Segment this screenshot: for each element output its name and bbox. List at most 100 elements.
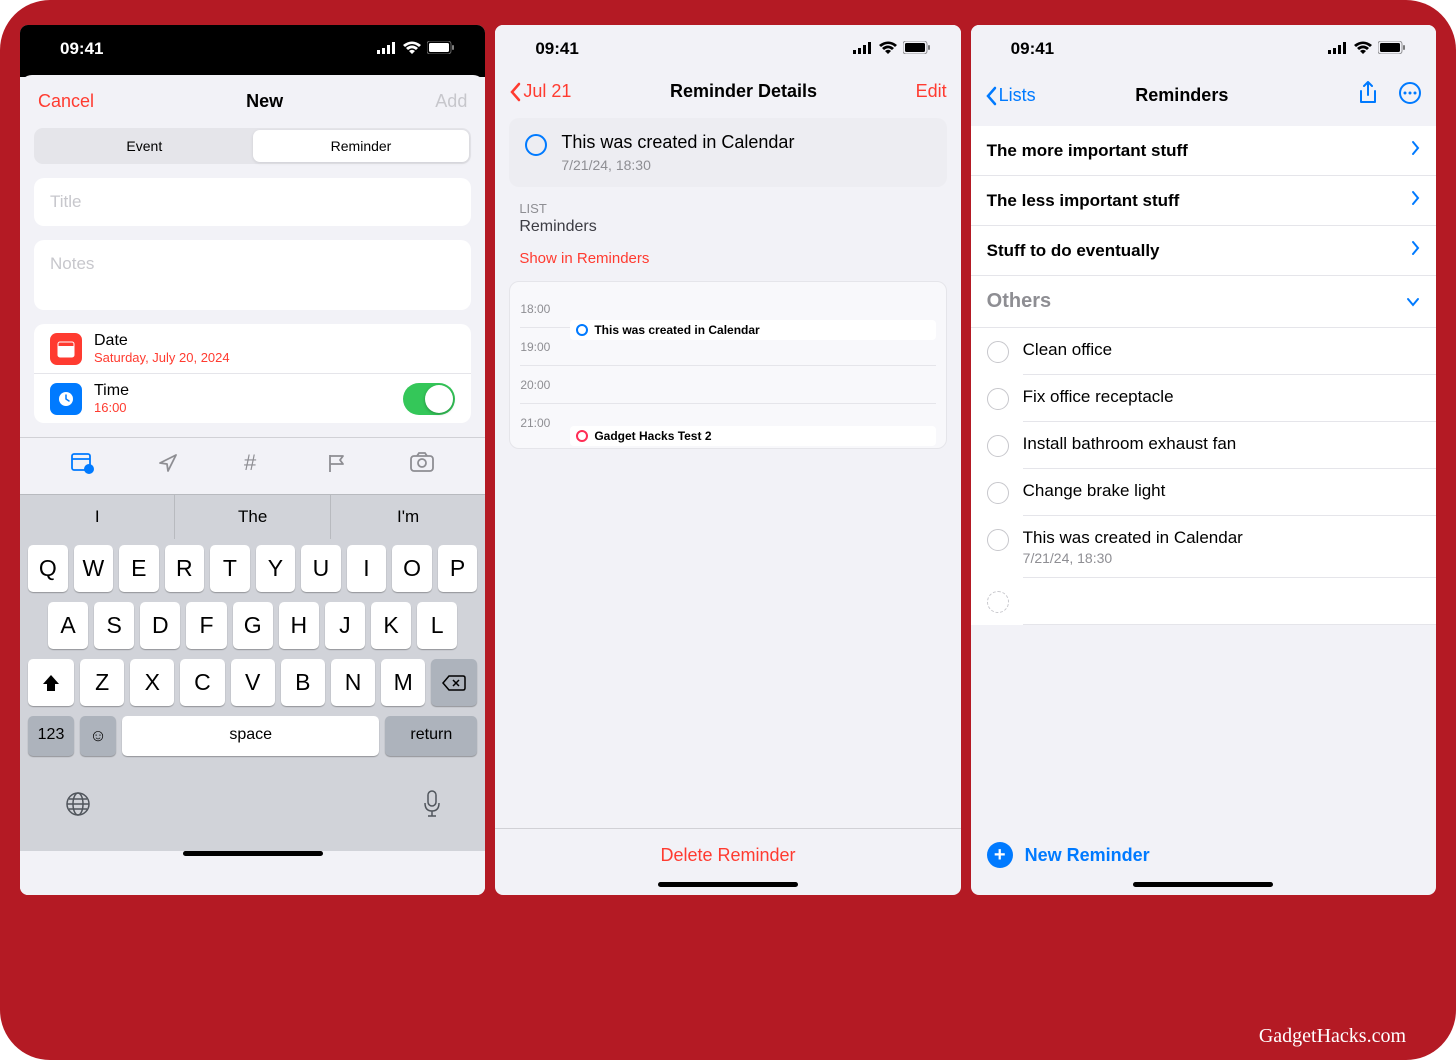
time-toggle[interactable] xyxy=(403,383,455,415)
list-row[interactable]: The more important stuff xyxy=(971,126,1436,176)
calendar-attr-icon[interactable] xyxy=(71,452,95,480)
task-row[interactable]: Fix office receptacle xyxy=(971,375,1436,422)
delete-reminder-button[interactable]: Delete Reminder xyxy=(495,828,960,882)
key-h[interactable]: H xyxy=(279,602,319,649)
camera-attr-icon[interactable] xyxy=(410,452,434,480)
key-i[interactable]: I xyxy=(347,545,387,592)
key-z[interactable]: Z xyxy=(80,659,124,706)
signal-icon xyxy=(853,39,873,59)
status-time: 09:41 xyxy=(535,39,578,59)
date-label: Date xyxy=(94,332,230,350)
nav-title: Reminder Details xyxy=(670,81,817,102)
back-button[interactable]: Jul 21 xyxy=(509,81,571,102)
status-bar: 09:41 xyxy=(495,25,960,73)
completion-circle-icon[interactable] xyxy=(987,341,1009,363)
key-j[interactable]: J xyxy=(325,602,365,649)
suggestion-3[interactable]: I'm xyxy=(331,495,485,539)
key-c[interactable]: C xyxy=(180,659,224,706)
nav-bar: Jul 21 Reminder Details Edit xyxy=(495,73,960,118)
key-g[interactable]: G xyxy=(233,602,273,649)
attribute-bar: # xyxy=(20,437,485,494)
seg-event[interactable]: Event xyxy=(36,130,253,162)
list-row[interactable]: Stuff to do eventually xyxy=(971,226,1436,276)
globe-icon[interactable] xyxy=(64,790,92,823)
key-n[interactable]: N xyxy=(331,659,375,706)
completion-circle-icon[interactable] xyxy=(987,529,1009,551)
key-y[interactable]: Y xyxy=(256,545,296,592)
key-w[interactable]: W xyxy=(74,545,114,592)
wifi-icon xyxy=(403,39,421,59)
list-header: LIST xyxy=(519,201,936,216)
key-x[interactable]: X xyxy=(130,659,174,706)
screen-new-reminder: 09:41 Cancel New Add Event Reminder Titl… xyxy=(20,25,485,895)
123-key[interactable]: 123 xyxy=(28,716,74,756)
show-in-reminders-link[interactable]: Show in Reminders xyxy=(519,250,936,267)
suggestion-2[interactable]: The xyxy=(175,495,330,539)
key-a[interactable]: A xyxy=(48,602,88,649)
title-input[interactable]: Title xyxy=(34,178,471,226)
key-o[interactable]: O xyxy=(392,545,432,592)
timeline-event[interactable]: Gadget Hacks Test 2 xyxy=(570,426,935,446)
task-row[interactable]: Install bathroom exhaust fan xyxy=(971,422,1436,469)
completion-circle-icon[interactable] xyxy=(525,134,547,156)
key-b[interactable]: B xyxy=(281,659,325,706)
share-icon[interactable] xyxy=(1358,81,1378,110)
completion-circle-icon[interactable] xyxy=(987,435,1009,457)
add-button[interactable]: Add xyxy=(435,91,467,112)
key-u[interactable]: U xyxy=(301,545,341,592)
key-f[interactable]: F xyxy=(186,602,226,649)
timeline[interactable]: 18:00 19:00 This was created in Calendar… xyxy=(509,281,946,449)
key-r[interactable]: R xyxy=(165,545,205,592)
time-row[interactable]: Time 16:00 xyxy=(34,373,471,423)
task-row-placeholder[interactable] xyxy=(971,578,1436,625)
key-q[interactable]: Q xyxy=(28,545,68,592)
more-icon[interactable] xyxy=(1398,81,1422,110)
status-right xyxy=(853,39,931,59)
date-row[interactable]: Date Saturday, July 20, 2024 xyxy=(34,324,471,373)
completion-circle-icon[interactable] xyxy=(987,482,1009,504)
task-row[interactable]: Change brake light xyxy=(971,469,1436,516)
completion-circle-icon[interactable] xyxy=(987,388,1009,410)
timeline-hour: 18:00 xyxy=(520,302,564,316)
mic-icon[interactable] xyxy=(423,790,441,823)
shift-key[interactable] xyxy=(28,659,74,706)
key-v[interactable]: V xyxy=(231,659,275,706)
key-s[interactable]: S xyxy=(94,602,134,649)
location-attr-icon[interactable] xyxy=(157,452,179,480)
key-l[interactable]: L xyxy=(417,602,457,649)
date-value: Saturday, July 20, 2024 xyxy=(94,350,230,365)
nav-title: New xyxy=(246,91,283,112)
status-time: 09:41 xyxy=(60,39,103,59)
task-row[interactable]: Clean office xyxy=(971,328,1436,375)
date-time-card: Date Saturday, July 20, 2024 Time 16:00 xyxy=(34,324,471,423)
key-t[interactable]: T xyxy=(210,545,250,592)
notes-input[interactable]: Notes xyxy=(34,240,471,310)
signal-icon xyxy=(377,39,397,59)
backspace-key[interactable] xyxy=(431,659,477,706)
return-key[interactable]: return xyxy=(385,716,477,756)
key-m[interactable]: M xyxy=(381,659,425,706)
key-k[interactable]: K xyxy=(371,602,411,649)
segmented-control[interactable]: Event Reminder xyxy=(34,128,471,164)
space-key[interactable]: space xyxy=(122,716,379,756)
section-header[interactable]: Others xyxy=(971,276,1436,328)
task-row[interactable]: This was created in Calendar7/21/24, 18:… xyxy=(971,516,1436,578)
flag-attr-icon[interactable] xyxy=(326,452,348,480)
key-d[interactable]: D xyxy=(140,602,180,649)
new-reminder-button[interactable]: + New Reminder xyxy=(971,828,1436,882)
timeline-event[interactable]: This was created in Calendar xyxy=(570,320,935,340)
seg-reminder[interactable]: Reminder xyxy=(253,130,470,162)
reminder-card[interactable]: This was created in Calendar 7/21/24, 18… xyxy=(509,118,946,187)
suggestion-1[interactable]: I xyxy=(20,495,175,539)
emoji-key[interactable]: ☺ xyxy=(80,716,116,756)
key-p[interactable]: P xyxy=(438,545,478,592)
list-row[interactable]: The less important stuff xyxy=(971,176,1436,226)
completion-circle-icon[interactable] xyxy=(987,591,1009,613)
key-e[interactable]: E xyxy=(119,545,159,592)
tag-attr-icon[interactable]: # xyxy=(242,452,264,480)
edit-button[interactable]: Edit xyxy=(916,81,947,102)
chevron-right-icon xyxy=(1411,140,1420,161)
cancel-button[interactable]: Cancel xyxy=(38,91,94,112)
nav-bar: Lists Reminders xyxy=(971,73,1436,126)
svg-text:#: # xyxy=(244,452,257,474)
